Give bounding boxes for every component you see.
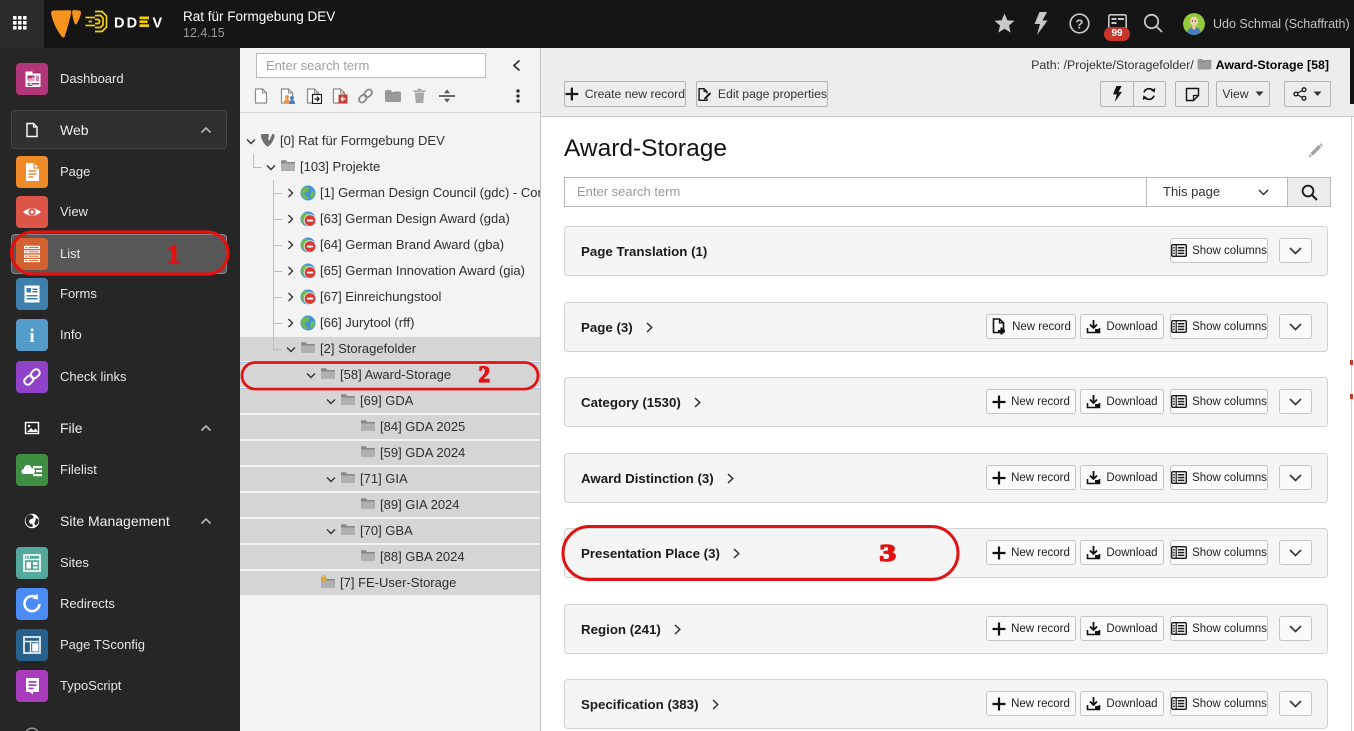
- svg-text:V: V: [153, 16, 163, 32]
- svg-text:i: i: [29, 326, 34, 347]
- svg-text:?: ?: [1076, 16, 1084, 31]
- svg-text:DD: DD: [114, 16, 139, 32]
